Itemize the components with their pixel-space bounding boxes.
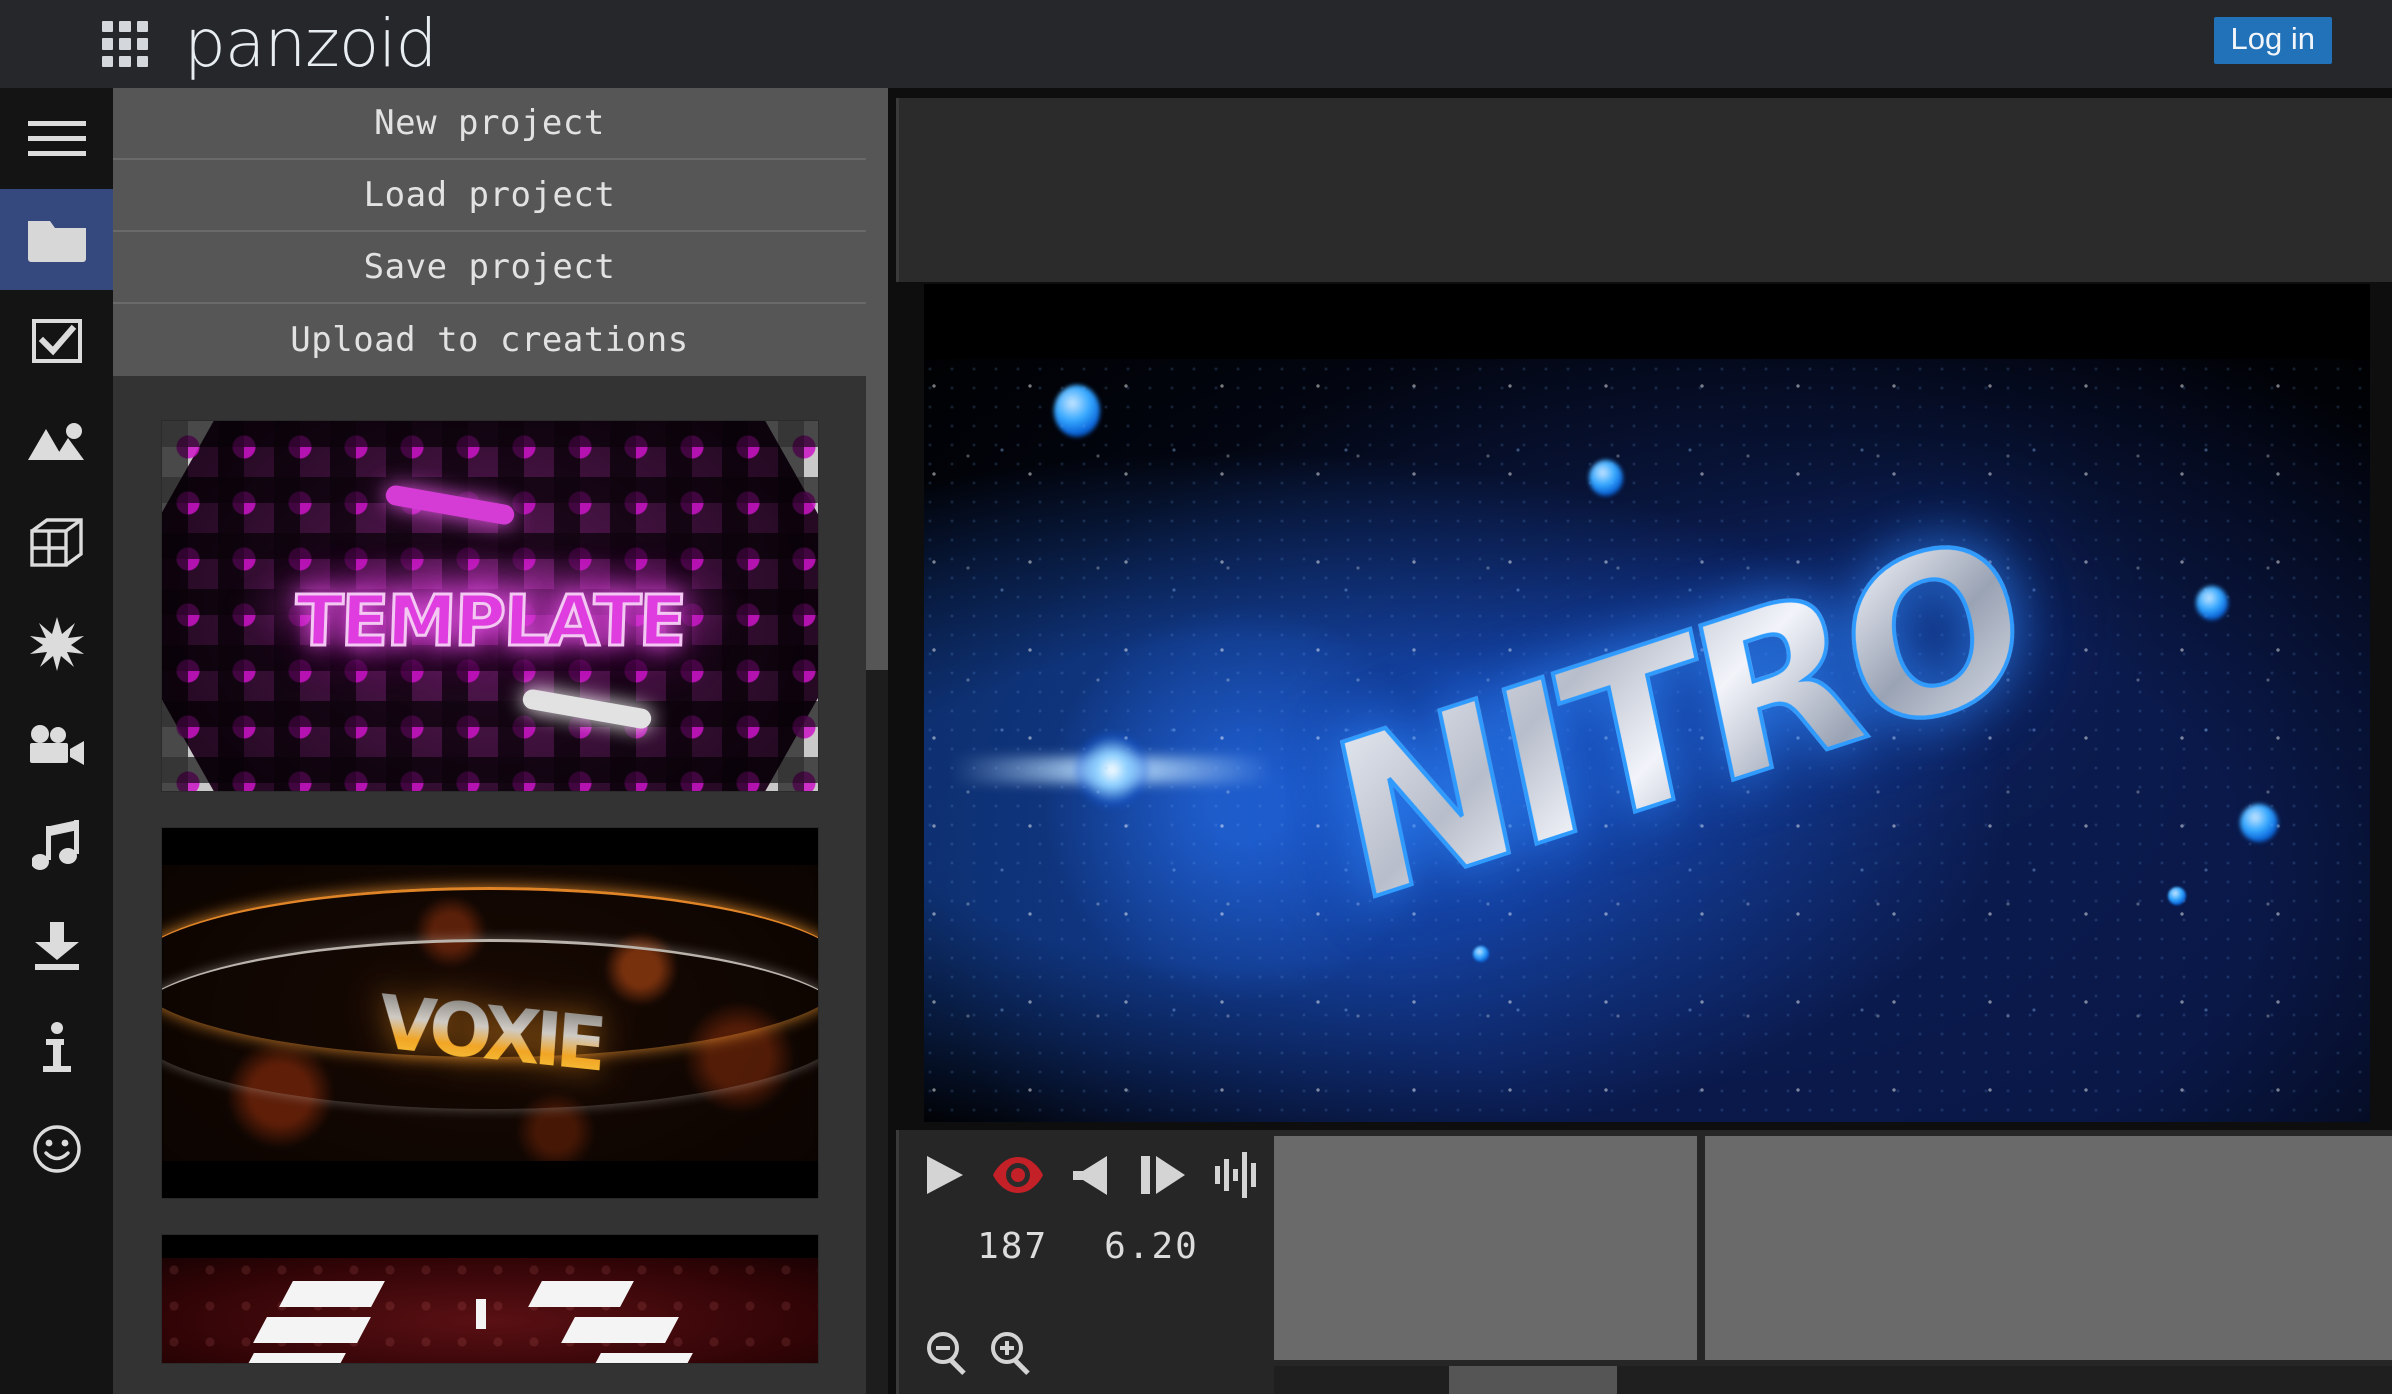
apps-grid-icon[interactable] [102,21,148,67]
zoom-out-icon [927,1332,966,1376]
timeline-clip[interactable] [1274,1136,1697,1360]
left-rail [0,88,113,1394]
project-menu: New project Load project Save project Up… [113,88,866,376]
zoom-in-icon [991,1332,1030,1376]
zoom-in-button[interactable] [989,1330,1035,1376]
sidebar-item-object-3d[interactable] [0,492,113,593]
timeline-horizontal-scrollbar[interactable] [1274,1366,2392,1394]
folder-icon [27,217,86,263]
sidebar-item-audio[interactable] [0,795,113,896]
panel-scrollbar-thumb[interactable] [866,88,888,670]
menu-item-upload-to-creations[interactable]: Upload to creations [113,304,866,376]
play-icon [927,1156,963,1194]
hamburger-menu-icon [27,119,86,159]
panzoid-app: panzoid Log in New project Load project … [0,0,2392,1394]
thumbnail-art [161,1235,818,1363]
sidebar-item-camera[interactable] [0,694,113,795]
login-button[interactable]: Log in [2213,17,2332,65]
eye-icon [993,1157,1043,1193]
sidebar-item-effects[interactable] [0,593,113,694]
stage-toolbar [896,98,2392,282]
download-arrow-icon [31,921,83,972]
project-panel: New project Load project Save project Up… [113,88,888,1394]
template-thumbnail-orange-fire[interactable]: VOXIE [160,827,819,1199]
music-note-icon [31,819,82,872]
cube-icon [29,517,84,568]
play-button[interactable] [925,1154,965,1196]
sidebar-item-feedback[interactable] [0,1098,113,1199]
checkbox-icon [31,318,82,363]
timeline-zoom-controls [925,1330,1035,1376]
menu-item-new-project[interactable]: New project [113,88,866,160]
info-icon [40,1021,74,1074]
panel-scrollbar[interactable] [866,88,888,1394]
menu-item-load-project[interactable]: Load project [113,160,866,232]
timeline-readout: 187 6.20 [899,1226,1277,1267]
video-camera-icon [28,724,86,765]
step-forward-icon [1141,1156,1185,1194]
timeline-tracks[interactable] [1274,1136,2392,1360]
timeline: 187 6.20 [896,1130,2392,1394]
template-thumbnail-purple-grid[interactable]: TEMPLATE [160,420,819,792]
sidebar-item-info[interactable] [0,997,113,1098]
template-thumbnail-red-angular[interactable] [160,1234,819,1364]
time-seconds: 6.20 [1104,1226,1199,1267]
timeline-controls-panel: 187 6.20 [896,1130,1274,1394]
visibility-toggle[interactable] [991,1154,1045,1196]
thumbnail-title: TEMPLATE [292,579,687,664]
thumbnail-art: TEMPLATE [161,421,818,791]
zoom-out-button[interactable] [925,1330,971,1376]
timeline-scrollbar-thumb[interactable] [1449,1366,1617,1394]
preview-canvas[interactable]: NITRO [924,284,2370,1122]
speaker-icon [1073,1156,1107,1195]
brand-logo[interactable]: panzoid [184,11,437,77]
step-forward-button[interactable] [1139,1154,1187,1196]
starburst-icon [29,616,84,671]
image-icon [27,422,86,462]
menu-item-save-project[interactable]: Save project [113,232,866,304]
waveform-icon [1215,1152,1256,1198]
sidebar-item-project[interactable] [0,189,113,290]
template-list: TEMPLATE VOXIE [113,384,866,1394]
thumbnail-art: VOXIE [161,828,818,1198]
preview-scene: NITRO [924,284,2370,1122]
top-bar: panzoid Log in [0,0,2392,88]
sidebar-item-download[interactable] [0,896,113,997]
sidebar-item-menu[interactable] [0,88,113,189]
playback-controls [925,1152,1263,1198]
audio-waveform-button[interactable] [1213,1152,1263,1198]
sidebar-item-selection[interactable] [0,290,113,391]
frame-number: 187 [977,1226,1049,1267]
sidebar-item-image[interactable] [0,391,113,492]
smiley-face-icon [32,1124,82,1174]
stage: NITRO 187 6.20 [888,88,2392,1394]
mute-button[interactable] [1071,1154,1113,1196]
timeline-clip[interactable] [1705,1136,2392,1360]
